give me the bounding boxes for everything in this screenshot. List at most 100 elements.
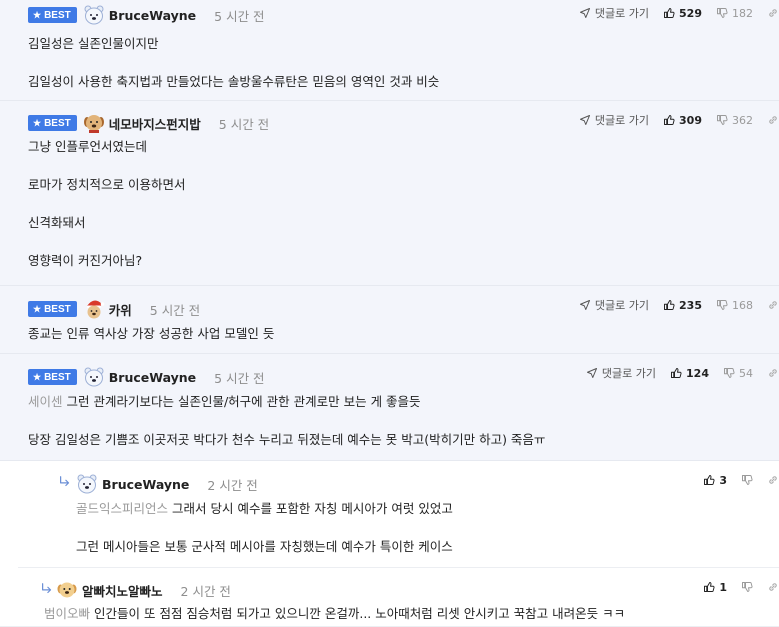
link-button[interactable] [767, 367, 779, 379]
thumbs-down-icon [741, 581, 753, 593]
comment-text: 종교는 인류 역사상 가장 성공한 사업 모델인 듯 [28, 326, 275, 341]
comment-actions: 댓글로 가기 529 182 [565, 0, 779, 26]
link-icon [767, 299, 779, 311]
link-icon [767, 114, 779, 126]
downvote-count: 362 [732, 113, 753, 127]
link-icon [767, 474, 779, 486]
polar-bear-avatar[interactable] [83, 4, 105, 26]
downvote-button[interactable] [741, 474, 753, 486]
comment-1: ★ BEST BruceWayne 5 시간 전 댓글로 가기 529 182 김… [0, 0, 779, 101]
best-badge: ★ BEST [28, 301, 77, 317]
link-icon [767, 367, 779, 379]
comment-3: ★ BEST 카위 5 시간 전 댓글로 가기 235 168 종교는 인류 역사… [0, 286, 779, 354]
nickname[interactable]: 카위 [109, 300, 132, 319]
comment-text: 김일성은 실존인물이지만 [28, 36, 159, 51]
comment-text: 김일성이 사용한 축지법과 만들었다는 솔방울수류탄은 믿음의 영역인 것과 비… [28, 74, 440, 89]
polar-bear-avatar[interactable] [76, 473, 98, 495]
thumbs-up-icon [663, 299, 675, 311]
upvote-count: 124 [686, 366, 709, 380]
comment-text: 당장 김일성은 기쁨조 이곳저곳 박다가 천수 누리고 뒤졌는데 예수는 못 박… [28, 432, 546, 447]
downvote-button[interactable]: 362 [716, 114, 753, 127]
santa-dog-avatar[interactable] [83, 298, 105, 320]
comment-header: ★ BEST BruceWayne 5 시간 전 댓글로 가기 124 54 [28, 354, 779, 392]
upvote-button[interactable]: 1 [703, 581, 727, 594]
comment-4: ★ BEST BruceWayne 5 시간 전 댓글로 가기 124 54 세이… [0, 354, 779, 461]
downvote-button[interactable]: 54 [723, 367, 753, 380]
link-button[interactable] [767, 114, 779, 126]
upvote-button[interactable]: 3 [703, 474, 727, 487]
thumbs-up-icon [663, 114, 675, 126]
mention-tag[interactable]: 세이센 [28, 394, 63, 409]
thumbs-up-icon [703, 581, 715, 593]
upvote-count: 309 [679, 113, 702, 127]
best-label: BEST [44, 371, 71, 383]
link-button[interactable] [767, 299, 779, 311]
comment-2: ★ BEST 네모바지스펀지밥 5 시간 전 댓글로 가기 309 362 그냥 … [0, 101, 779, 286]
comment-header: 알빠치노알빠노 2 시간 전 1 [56, 568, 779, 604]
nickname[interactable]: 네모바지스펀지밥 [109, 114, 201, 133]
best-badge: ★ BEST [28, 369, 77, 385]
upvote-count: 235 [679, 298, 702, 312]
mention-tag[interactable]: 범이오빠 [44, 606, 90, 621]
upvote-count: 3 [719, 473, 727, 487]
comment-header: ★ BEST BruceWayne 5 시간 전 댓글로 가기 529 182 [28, 0, 779, 30]
best-badge: ★ BEST [28, 115, 77, 131]
best-badge: ★ BEST [28, 7, 77, 23]
timestamp: 5 시간 전 [214, 370, 265, 386]
reply-go-button[interactable]: 댓글로 가기 [579, 5, 649, 21]
star-icon: ★ [33, 303, 42, 314]
upvote-button[interactable]: 529 [663, 7, 702, 20]
thumbs-down-icon [741, 474, 753, 486]
thumbs-up-icon [670, 367, 682, 379]
comment-text-span: 그래서 당시 예수를 포함한 자칭 메시아가 여럿 있었고 [172, 501, 453, 516]
star-icon: ★ [33, 117, 42, 128]
nickname[interactable]: BruceWayne [102, 477, 189, 492]
downvote-count: 54 [739, 366, 753, 380]
reply-arrow-icon [58, 475, 72, 489]
comment-body: 범이오빠 인간들이 또 점점 짐승처럼 되가고 있으니깐 온걸까... 노아때처럼… [44, 604, 779, 627]
comment-text: 세이센 그런 관계라기보다는 실존인물/허구에 관한 관계로만 보는 게 좋을듯 [28, 392, 769, 411]
link-button[interactable] [767, 581, 779, 593]
link-button[interactable] [767, 7, 779, 19]
downvote-button[interactable]: 168 [716, 299, 753, 312]
reply-go-label: 댓글로 가기 [594, 299, 650, 312]
reply-go-label: 댓글로 가기 [594, 114, 650, 127]
timestamp: 5 시간 전 [214, 8, 265, 24]
upvote-button[interactable]: 235 [663, 299, 702, 312]
thumbs-up-icon [703, 474, 715, 486]
reply-go-button[interactable]: 댓글로 가기 [579, 297, 649, 313]
thumbs-up-icon [663, 7, 675, 19]
best-label: BEST [44, 9, 71, 21]
best-label: BEST [44, 117, 71, 129]
comment-actions: 댓글로 가기 124 54 [572, 360, 779, 386]
downvote-button[interactable]: 182 [716, 7, 753, 20]
golden-puppy-avatar[interactable] [56, 579, 78, 601]
send-icon [579, 299, 591, 311]
send-icon [586, 367, 598, 379]
comment-actions: 댓글로 가기 309 362 [565, 107, 779, 133]
timestamp: 5 시간 전 [149, 302, 201, 318]
reply-arrow-icon [40, 582, 54, 596]
nickname[interactable]: 알빠치노알빠노 [82, 581, 163, 600]
comment-body: 그냥 인플루언서였는데 로마가 정치적으로 이용하면서 신격화돼서 영향력이 커… [28, 137, 779, 280]
mention-tag[interactable]: 골드익스피리언스 [76, 501, 168, 516]
upvote-button[interactable]: 124 [670, 367, 709, 380]
nickname[interactable]: BruceWayne [109, 370, 196, 385]
comment-header: ★ BEST 카위 5 시간 전 댓글로 가기 235 168 [28, 286, 779, 324]
reply-go-label: 댓글로 가기 [594, 7, 650, 20]
polar-bear-avatar[interactable] [83, 366, 105, 388]
nickname[interactable]: BruceWayne [109, 8, 196, 23]
comment-body: 세이센 그런 관계라기보다는 실존인물/허구에 관한 관계로만 보는 게 좋을듯 … [28, 392, 779, 459]
comment-text: 영향력이 커진거아님? [28, 253, 143, 268]
comment-actions: 3 [689, 467, 779, 493]
downvote-button[interactable] [741, 581, 753, 593]
puppy-avatar[interactable] [83, 112, 105, 134]
link-icon [767, 581, 779, 593]
thumbs-down-icon [723, 367, 735, 379]
star-icon: ★ [33, 371, 42, 382]
reply-go-button[interactable]: 댓글로 가기 [579, 112, 649, 128]
reply-go-button[interactable]: 댓글로 가기 [586, 365, 656, 381]
downvote-count: 182 [732, 6, 753, 20]
link-button[interactable] [767, 474, 779, 486]
upvote-button[interactable]: 309 [663, 114, 702, 127]
